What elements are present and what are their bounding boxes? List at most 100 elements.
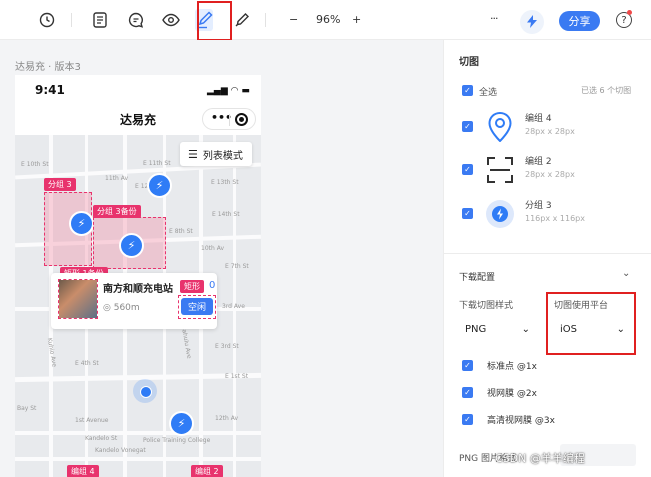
scale-label: 高清视网膜 @3x	[487, 416, 555, 426]
status-idle-button[interactable]: 空闲	[181, 298, 213, 315]
download-config-title[interactable]: 下载配置	[459, 270, 495, 283]
download-style-label: 下载切图样式	[459, 301, 514, 311]
slice-tag[interactable]: 分组 3备份	[93, 205, 141, 218]
street-label: Kandelo Vonegat	[95, 447, 146, 454]
slice-size: 28px x 28px	[525, 170, 575, 179]
select-all-checkbox[interactable]: ✓	[462, 85, 473, 96]
capsule-divider	[229, 114, 230, 126]
station-count: 0	[209, 280, 216, 291]
scale-label: 标准点 @1x	[487, 362, 537, 372]
color-picker-icon[interactable]	[233, 11, 251, 29]
slice-checkbox[interactable]: ✓	[462, 164, 473, 175]
slice-item[interactable]: ✓ 分组 3 116px x 116px	[444, 192, 651, 236]
platform-label: 切图使用平台	[554, 301, 609, 311]
zoom-in-button[interactable]: +	[352, 13, 361, 26]
scale-option[interactable]: ✓ 标准点 @1x	[444, 358, 651, 374]
lightning-icon	[527, 13, 537, 32]
street-label: E 13th St	[211, 179, 239, 186]
street-label: E 3rd St	[215, 343, 239, 350]
street-label: 11th Av	[105, 175, 129, 182]
street-label: E 7th St	[225, 263, 249, 270]
street-label: Kuhio Ave	[45, 337, 58, 368]
watermark: CSDN @羊羊编程	[495, 452, 585, 465]
charging-marker-icon	[482, 196, 518, 232]
list-icon: ☰	[188, 147, 198, 161]
charging-station-pin[interactable]: ⚡	[69, 211, 94, 236]
slice-tag[interactable]: 编组 2	[191, 465, 223, 477]
capsule-close-icon[interactable]	[235, 113, 248, 126]
design-canvas[interactable]: 达易充 · 版本3 9:41 ▂▄▆ ◠ ▬ 达易充 ••• E 10th St…	[0, 40, 443, 477]
frame-caption[interactable]: 达易充 · 版本3	[15, 58, 81, 73]
slice-checkbox[interactable]: ✓	[462, 121, 473, 132]
platform-select[interactable]: iOS ⌄	[554, 318, 631, 341]
signal-wifi-battery-icon: ▂▄▆ ◠ ▬	[207, 86, 250, 96]
street-label: E 8th St	[169, 228, 193, 235]
street-label: E 1st St	[225, 373, 249, 380]
slice-size: 28px x 28px	[525, 127, 575, 136]
zoom-out-button[interactable]: −	[289, 13, 298, 26]
document-icon[interactable]	[91, 11, 109, 29]
share-button[interactable]: 分享	[559, 11, 600, 31]
scale-option[interactable]: ✓ 高清视网膜 @3x	[444, 412, 651, 428]
street-label: Bay St	[17, 405, 37, 412]
distance-value: 560m	[113, 303, 140, 313]
scale-label: 视网膜 @2x	[487, 389, 537, 399]
preview-eye-icon[interactable]	[162, 11, 180, 29]
charging-station-pin[interactable]: ⚡	[169, 411, 194, 436]
charging-station-pin[interactable]: ⚡	[119, 233, 144, 258]
slice-rect-copy[interactable]	[58, 279, 98, 319]
slice-checkbox[interactable]: ✓	[462, 208, 473, 219]
list-mode-label: 列表模式	[202, 150, 243, 162]
phone-nav-bar: 达易充 •••	[15, 105, 261, 135]
selected-count: 已选 6 个切图	[581, 86, 632, 95]
scale-option[interactable]: ✓ 视网膜 @2x	[444, 385, 651, 401]
station-info-card[interactable]: 南方和顺充电站 ◎ 560m 0 空闲 矩形	[51, 273, 217, 329]
street-label: 12th Av	[215, 415, 239, 422]
slice-item[interactable]: ✓ 编组 2 28px x 28px	[444, 148, 651, 192]
street-label: Police Training College	[143, 437, 211, 444]
more-options-button[interactable]: ···	[490, 12, 498, 25]
current-location-dot	[133, 379, 157, 403]
slice-tag[interactable]: 矩形	[180, 280, 204, 293]
street-label: E 10th St	[21, 161, 49, 168]
comment-icon[interactable]	[127, 11, 145, 29]
miniprogram-capsule[interactable]: •••	[202, 108, 256, 130]
slice-name: 编组 2	[525, 157, 552, 167]
download-style-select[interactable]: PNG ⌄	[459, 318, 536, 341]
map-view[interactable]: E 10th St E 11th St E 13th St E 14th St …	[15, 135, 261, 477]
charging-station-pin[interactable]: ⚡	[147, 173, 172, 198]
zoom-level[interactable]: 96%	[316, 13, 340, 26]
slice-tag[interactable]: 分组 3	[44, 178, 76, 191]
history-clock-icon[interactable]	[38, 11, 56, 29]
street-label: Kandelo St	[85, 435, 118, 442]
slice-panel: 切图 ✓ 全选 已选 6 个切图 ✓ 编组 4 28px x 28px ✓ 编组…	[443, 40, 651, 477]
slice-tag[interactable]: 编组 4	[67, 465, 99, 477]
chevron-down-icon[interactable]: ⌄	[622, 268, 630, 279]
slice-name: 编组 4	[525, 114, 552, 124]
platform-value: iOS	[560, 324, 577, 335]
slice-item[interactable]: ✓ 编组 4 28px x 28px	[444, 105, 651, 149]
list-mode-button[interactable]: ☰ 列表模式	[180, 142, 252, 166]
phone-artboard[interactable]: 9:41 ▂▄▆ ◠ ▬ 达易充 ••• E 10th St E 11th St…	[15, 75, 261, 477]
street-label: 3rd Ave	[222, 303, 245, 310]
scale-checkbox[interactable]: ✓	[462, 414, 473, 425]
top-toolbar: − 96% + ··· 分享 ?	[0, 0, 651, 41]
station-name: 南方和顺充电站	[103, 284, 173, 295]
notification-dot	[627, 10, 632, 15]
download-style-value: PNG	[465, 324, 487, 335]
scale-checkbox[interactable]: ✓	[462, 360, 473, 371]
scale-checkbox[interactable]: ✓	[462, 387, 473, 398]
phone-status-bar: 9:41 ▂▄▆ ◠ ▬	[15, 75, 261, 105]
location-pin-icon	[482, 109, 518, 145]
street-label: E 14th St	[212, 211, 240, 218]
panel-divider	[444, 253, 651, 254]
slice-name: 分组 3	[525, 201, 552, 211]
select-all-label[interactable]: 全选	[479, 85, 497, 98]
status-time: 9:41	[35, 83, 65, 97]
street-label: 10th Av	[201, 245, 225, 252]
slice-tool-highlight	[197, 1, 232, 41]
toolbar-divider	[265, 13, 266, 27]
station-distance: ◎ 560m	[103, 303, 140, 313]
chevron-down-icon: ⌄	[521, 324, 530, 335]
bolt-button[interactable]	[520, 10, 544, 34]
